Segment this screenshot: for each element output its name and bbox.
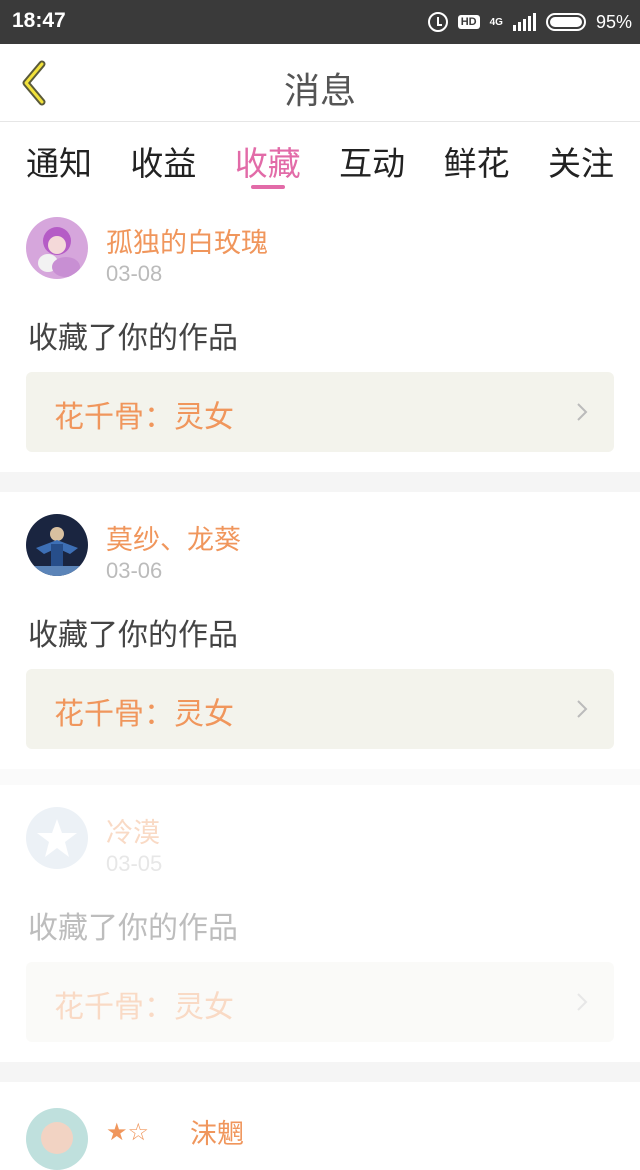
action-text: 收藏了你的作品	[28, 618, 238, 653]
message-card: ★☆ 沫魍	[0, 1082, 640, 1170]
work-title: 花千骨：灵女	[54, 990, 234, 1025]
user-name[interactable]: 莫纱、龙葵	[106, 518, 241, 557]
message-card: 莫纱、龙葵 03-06 收藏了你的作品 花千骨：灵女	[0, 492, 640, 769]
work-title: 花千骨：灵女	[54, 400, 234, 435]
avatar[interactable]	[26, 1108, 88, 1170]
tab-bar: 通知 收益 收藏 互动 鲜花 关注	[0, 123, 640, 195]
action-text: 收藏了你的作品	[28, 321, 238, 356]
status-icons: HD 4G 95%	[427, 9, 632, 35]
header-bar: 消息	[0, 44, 640, 122]
network-type-label: 4G	[489, 16, 503, 28]
user-name[interactable]: 沫魍	[190, 1112, 244, 1151]
tab-flowers[interactable]: 鲜花	[444, 123, 510, 195]
work-link[interactable]: 花千骨：灵女	[26, 669, 614, 749]
work-link[interactable]: 花千骨：灵女	[26, 372, 614, 452]
separator	[0, 769, 640, 785]
tab-interactions[interactable]: 互动	[339, 123, 405, 195]
message-date: 03-08	[106, 261, 163, 286]
battery-icon	[545, 13, 586, 31]
user-name[interactable]: 冷漠	[106, 811, 160, 850]
chevron-right-icon	[577, 993, 588, 1011]
work-link[interactable]: 花千骨：灵女	[26, 962, 614, 1042]
rank-stars: ★☆	[106, 1118, 150, 1146]
tab-follows[interactable]: 关注	[548, 123, 614, 195]
separator	[0, 472, 640, 492]
separator	[0, 1062, 640, 1082]
tab-earnings[interactable]: 收益	[130, 123, 196, 195]
message-date: 03-06	[106, 558, 163, 583]
user-name[interactable]: 孤独的白玫瑰	[106, 221, 268, 260]
message-list: 孤独的白玫瑰 03-08 收藏了你的作品 花千骨：灵女 莫纱、龙葵 03-06 …	[0, 195, 640, 1170]
work-title: 花千骨：灵女	[54, 697, 234, 732]
signal-icon	[512, 13, 536, 31]
tab-favorites[interactable]: 收藏	[235, 123, 301, 195]
alarm-icon	[427, 12, 448, 32]
default-avatar-icon[interactable]	[26, 807, 88, 869]
tab-notifications[interactable]: 通知	[26, 123, 92, 195]
message-card: 冷漠 03-05 收藏了你的作品 花千骨：灵女	[0, 785, 640, 1062]
message-card: 孤独的白玫瑰 03-08 收藏了你的作品 花千骨：灵女	[0, 195, 640, 472]
action-text: 收藏了你的作品	[28, 911, 238, 946]
chevron-right-icon	[577, 700, 588, 718]
page-title: 消息	[283, 71, 356, 112]
message-date: 03-05	[106, 851, 163, 876]
battery-level: 95%	[595, 11, 632, 32]
status-time: 18:47	[12, 9, 66, 32]
avatar[interactable]	[26, 217, 88, 279]
avatar[interactable]	[26, 514, 88, 576]
hd-icon: HD	[457, 15, 480, 29]
status-bar: 18:47 HD 4G 95%	[0, 0, 640, 44]
chevron-right-icon	[577, 403, 588, 421]
